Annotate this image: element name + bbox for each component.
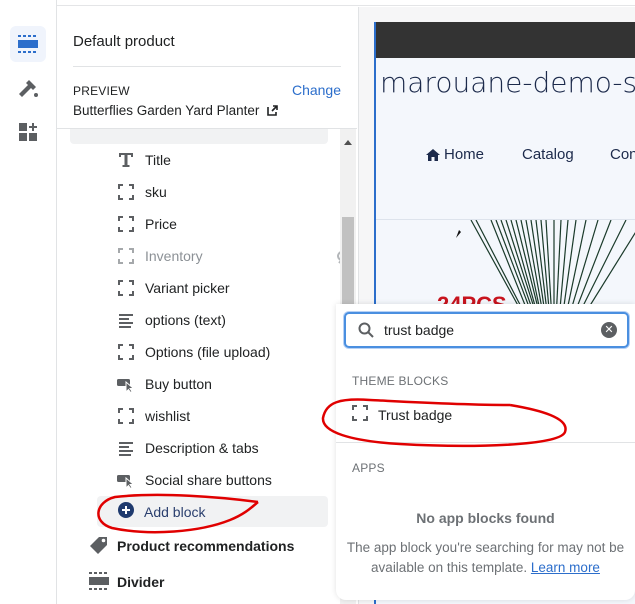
block-icon	[117, 279, 135, 297]
block-label: wishlist	[145, 408, 191, 424]
sections-icon	[18, 35, 38, 53]
section-label: Product recommendations	[117, 538, 295, 554]
block-search-field[interactable]: ✕	[344, 312, 629, 348]
button-press-icon	[117, 471, 135, 489]
block-item[interactable]: Options (file upload)	[117, 338, 270, 366]
preview-label: PREVIEW	[73, 84, 130, 98]
nav-catalog[interactable]: Catalog	[522, 146, 574, 163]
tag-icon	[89, 536, 109, 557]
preview-product[interactable]: Butterflies Garden Yard Planter	[73, 103, 279, 118]
popover-divider	[336, 442, 635, 443]
block-label: Price	[145, 216, 177, 232]
block-item[interactable]: Price	[117, 210, 177, 238]
block-item[interactable]: sku	[117, 178, 167, 206]
rail-app-embeds-button[interactable]	[10, 114, 46, 150]
learn-more-link[interactable]: Learn more	[531, 560, 600, 575]
external-link-icon[interactable]	[267, 105, 279, 116]
page-title: Default product	[73, 33, 175, 50]
section-divider[interactable]: Divider	[89, 568, 164, 596]
block-label: options (text)	[145, 312, 226, 328]
nav-label: Home	[444, 146, 485, 163]
theme-settings-brush-icon	[19, 80, 38, 97]
add-block-button[interactable]: Add block	[97, 496, 328, 527]
block-label: Variant picker	[145, 280, 230, 296]
block-label: Buy button	[145, 376, 212, 392]
block-icon	[117, 343, 135, 361]
empty-state-title: No app blocks found	[416, 510, 555, 526]
nav-home[interactable]: Home	[426, 146, 484, 163]
block-search-input[interactable]	[384, 322, 584, 338]
block-item[interactable]: options (text)	[117, 306, 226, 334]
apps-heading: APPS	[352, 461, 385, 475]
block-item[interactable]: Inventory	[117, 242, 353, 270]
left-rail	[0, 0, 57, 604]
theme-blocks-heading: THEME BLOCKS	[352, 374, 449, 388]
app-embeds-icon	[19, 123, 37, 141]
header-divider	[73, 66, 341, 67]
button-press-icon	[117, 375, 135, 393]
search-icon	[358, 322, 374, 338]
divider-icon	[89, 571, 109, 593]
block-icon	[352, 405, 368, 424]
block-item[interactable]: Social share buttons	[117, 466, 272, 494]
result-trust-badge[interactable]: Trust badge	[352, 405, 452, 424]
rail-theme-settings-button[interactable]	[10, 70, 46, 106]
block-icon	[117, 407, 135, 425]
result-label: Trust badge	[378, 406, 453, 423]
add-block-label: Add block	[144, 503, 206, 520]
clear-search-icon[interactable]: ✕	[601, 322, 617, 338]
top-bar-edge	[0, 0, 635, 6]
block-icon	[117, 247, 135, 265]
home-icon	[426, 148, 440, 161]
plus-circle-icon	[118, 502, 134, 521]
nav-label: Catalog	[522, 146, 574, 163]
block-label: Title	[145, 152, 171, 168]
scroll-up-arrow-icon[interactable]	[344, 140, 352, 145]
block-icon	[117, 215, 135, 233]
section-product-recommendations[interactable]: Product recommendations	[89, 532, 294, 560]
text-lines-icon	[117, 439, 135, 457]
nav-label: Contact	[610, 146, 635, 163]
block-label: sku	[145, 184, 167, 200]
block-item[interactable]: Variant picker	[117, 274, 230, 302]
block-item[interactable]: Description & tabs	[117, 434, 259, 462]
add-block-popover: ✕ THEME BLOCKS Trust badge APPS No app b…	[336, 304, 635, 600]
section-label: Divider	[117, 574, 165, 590]
block-label: Inventory	[145, 248, 203, 264]
block-icon	[117, 183, 135, 201]
block-item[interactable]: Buy button	[117, 370, 212, 398]
sidebar-header: Default product PREVIEW Change Butterfli…	[57, 7, 357, 129]
announcement-bar	[376, 22, 635, 58]
preview-product-name: Butterflies Garden Yard Planter	[73, 103, 260, 118]
text-icon	[117, 151, 135, 169]
text-lines-icon	[117, 311, 135, 329]
sidebar: Title sku Price Inventory Variant picker…	[57, 7, 357, 604]
block-label: Description & tabs	[145, 440, 259, 456]
theme-editor: Title sku Price Inventory Variant picker…	[0, 0, 635, 604]
empty-state-description: The app block you're searching for may n…	[346, 538, 625, 578]
nav-contact[interactable]: Contact	[610, 146, 635, 163]
change-preview-link[interactable]: Change	[292, 82, 341, 98]
block-item[interactable]: Title	[117, 146, 171, 174]
store-name[interactable]: marouane-demo-store	[380, 66, 635, 99]
block-item[interactable]: wishlist	[117, 402, 190, 430]
block-label: Options (file upload)	[145, 344, 271, 360]
block-label: Social share buttons	[145, 472, 272, 488]
rail-sections-button[interactable]	[10, 26, 46, 62]
